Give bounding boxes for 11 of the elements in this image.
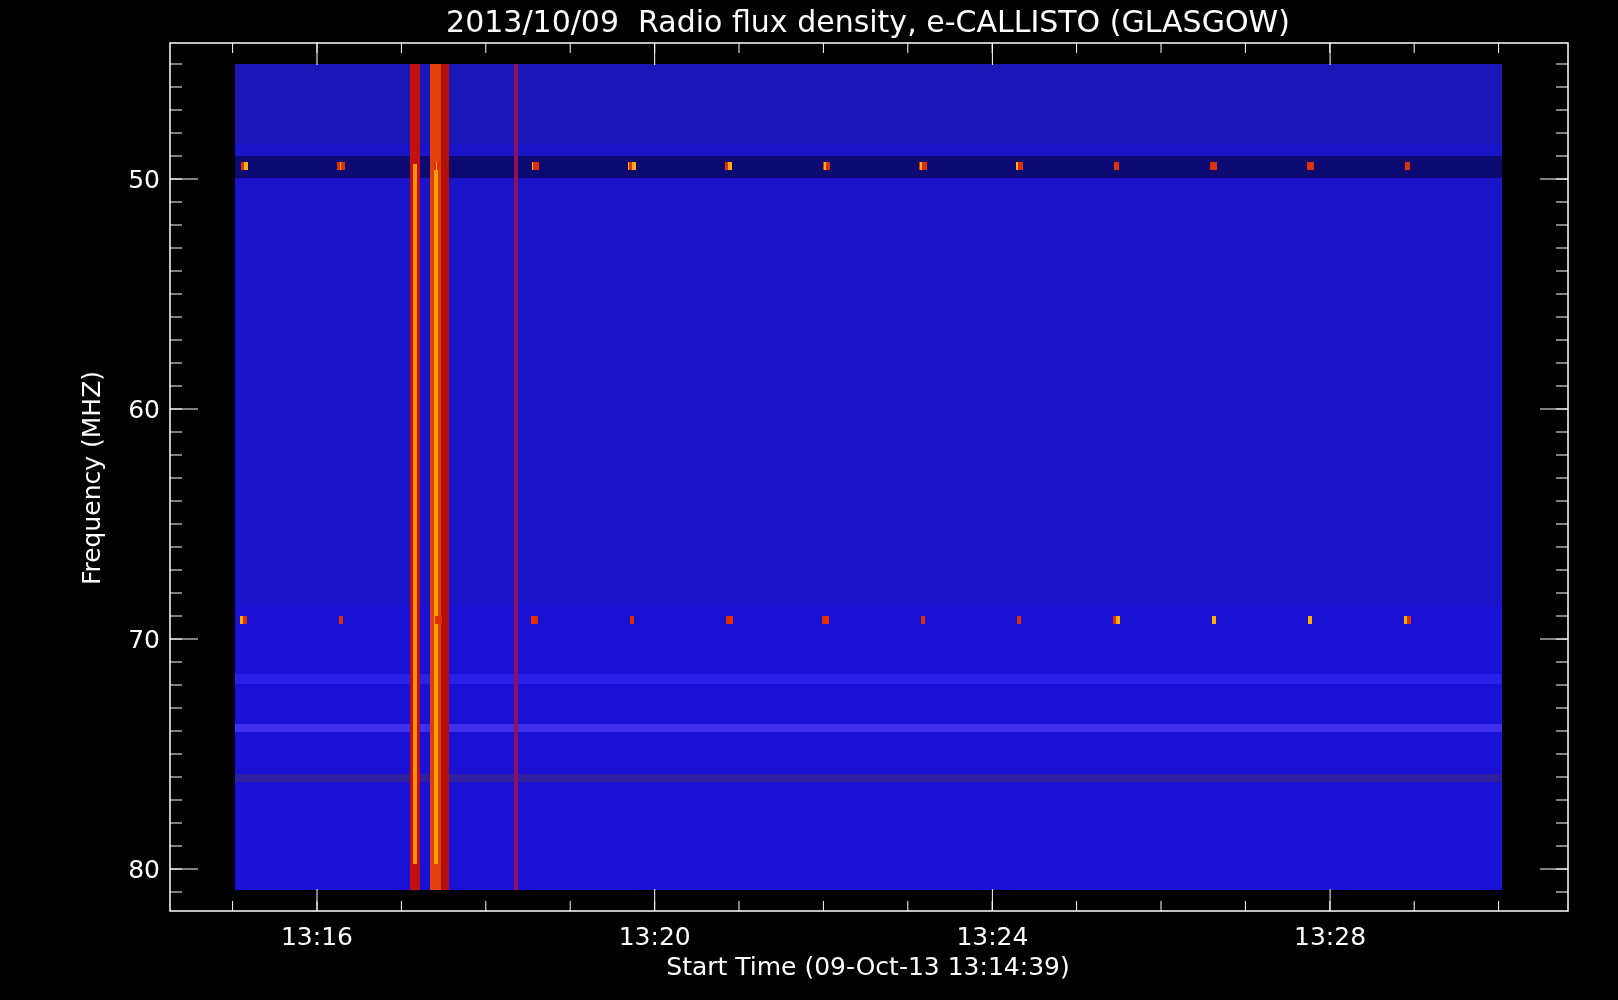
x-tick-label: 13:16 <box>281 922 353 951</box>
y-axis-label: Frequency (MHZ) <box>77 370 106 586</box>
y-tick-label: 70 <box>128 625 160 654</box>
x-tick-label: 13:20 <box>618 922 691 951</box>
x-tick-label: 13:28 <box>1294 922 1367 951</box>
x-axis-label: Start Time (09-Oct-13 13:14:39) <box>666 952 1070 981</box>
x-tick-label: 13:24 <box>956 922 1029 951</box>
y-tick-label: 60 <box>128 395 160 424</box>
chart-title: 2013/10/09 Radio flux density, e-CALLISTO (GLASGOW) <box>446 4 1290 39</box>
y-tick-label: 80 <box>128 855 160 884</box>
y-tick-label: 50 <box>128 165 160 194</box>
